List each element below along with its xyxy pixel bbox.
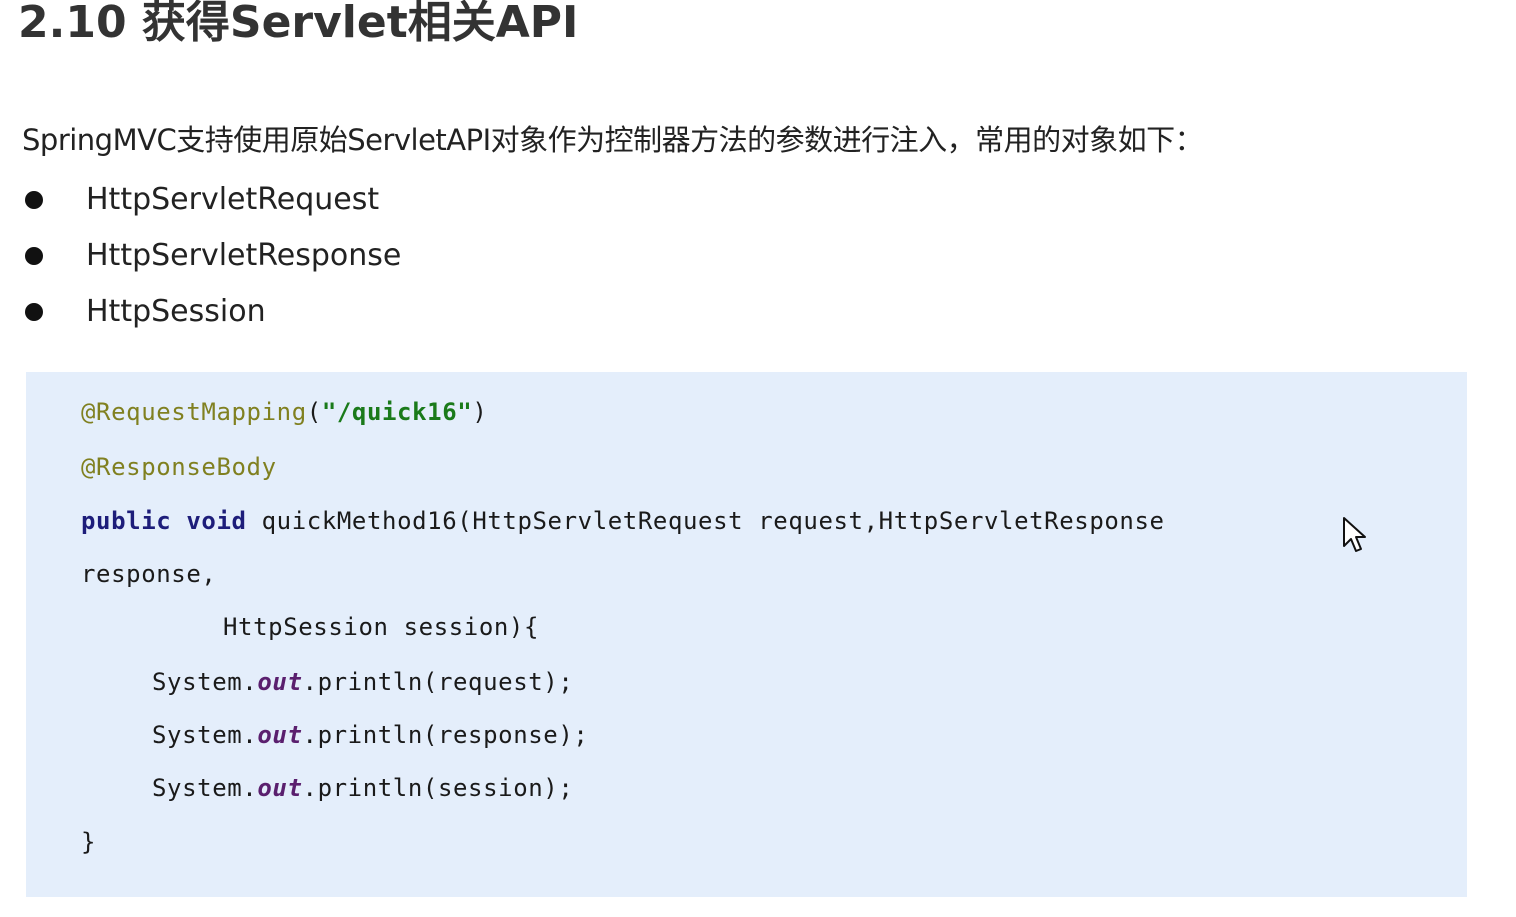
code-line: System.out.println(response); <box>152 719 588 751</box>
code-line: } <box>81 826 96 858</box>
list-item-label: HttpServletRequest <box>86 182 380 217</box>
code-token: System. <box>152 721 258 749</box>
code-line: @RequestMapping("/quick16") <box>81 396 487 428</box>
code-line: response, <box>81 558 216 590</box>
code-line: public void quickMethod16(HttpServletReq… <box>81 505 1165 537</box>
list-item: HttpServletRequest <box>22 172 401 228</box>
code-token: .println(session); <box>302 774 574 802</box>
code-token: quickMethod16(HttpServletRequest request… <box>261 507 1165 535</box>
code-token: HttpSession session){ <box>223 613 540 641</box>
list-item-label: HttpSession <box>86 294 266 329</box>
code-line: @ResponseBody <box>81 451 277 483</box>
code-block: @RequestMapping("/quick16") @ResponseBod… <box>26 372 1467 897</box>
code-token: System. <box>152 668 258 696</box>
list-item: HttpServletResponse <box>22 228 401 284</box>
code-token: ) <box>472 398 488 426</box>
page-title: 2.10 获得Servlet相关API <box>18 0 579 48</box>
mouse-pointer-icon <box>1343 517 1366 552</box>
code-token: response, <box>81 560 217 588</box>
list-item: HttpSession <box>22 284 401 340</box>
list-item-label: HttpServletResponse <box>86 238 402 273</box>
bullet-icon <box>25 191 43 209</box>
code-annotation: @RequestMapping <box>81 398 307 426</box>
code-line: HttpSession session){ <box>223 611 539 643</box>
bullet-icon <box>25 247 43 265</box>
code-token: ( <box>306 398 322 426</box>
intro-paragraph: SpringMVC支持使用原始ServletAPI对象作为控制器方法的参数进行注… <box>22 123 1204 157</box>
code-field: out <box>257 668 303 696</box>
code-field: out <box>257 774 303 802</box>
code-token: .println(response); <box>302 721 589 749</box>
bullet-icon <box>25 303 43 321</box>
code-token: } <box>81 828 97 856</box>
code-token: .println(request); <box>302 668 574 696</box>
code-annotation: @ResponseBody <box>81 453 277 481</box>
code-field: out <box>257 721 303 749</box>
code-line: System.out.println(session); <box>152 772 573 804</box>
code-keyword: public <box>81 507 172 535</box>
code-token: System. <box>152 774 258 802</box>
code-string: "/quick16" <box>321 398 473 426</box>
object-list: HttpServletRequest HttpServletResponse H… <box>22 172 401 340</box>
code-line: System.out.println(request); <box>152 666 573 698</box>
code-keyword: void <box>186 507 247 535</box>
